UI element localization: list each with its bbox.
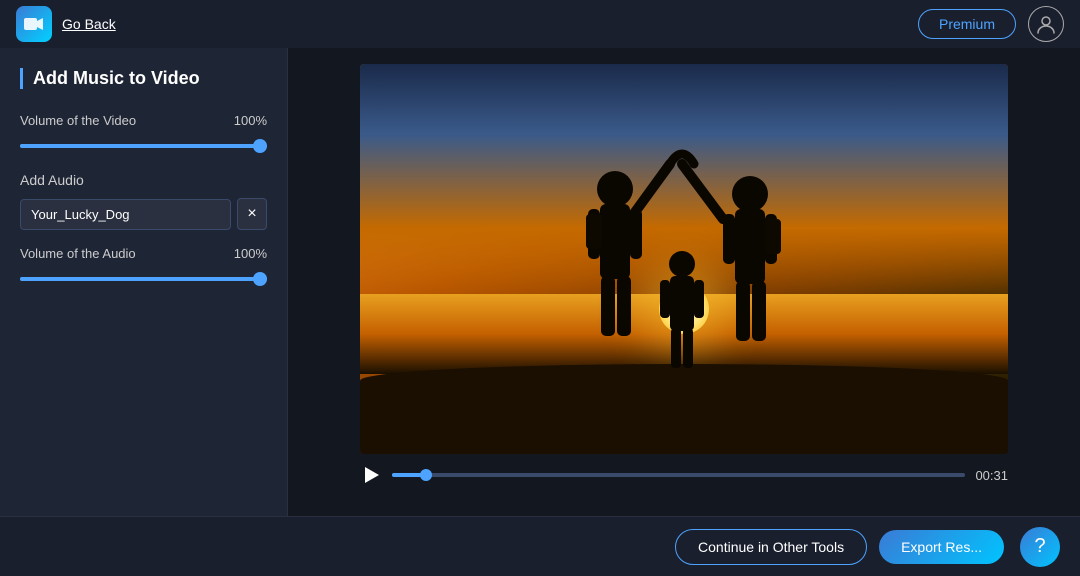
- video-volume-thumb[interactable]: [253, 139, 267, 153]
- video-volume-fill: [20, 144, 267, 148]
- app-logo: [16, 6, 52, 42]
- clear-audio-button[interactable]: ×: [237, 198, 267, 230]
- header-left: Go Back: [16, 6, 116, 42]
- avatar[interactable]: [1028, 6, 1064, 42]
- add-audio-label: Add Audio: [20, 172, 267, 188]
- audio-volume-slider-container[interactable]: [20, 277, 267, 281]
- progress-track[interactable]: [392, 473, 965, 477]
- video-volume-value: 100%: [234, 113, 267, 136]
- time-label: 00:31: [975, 468, 1008, 483]
- audio-volume-track[interactable]: [20, 277, 267, 281]
- progress-thumb[interactable]: [420, 469, 432, 481]
- video-volume-track[interactable]: [20, 144, 267, 148]
- video-background: [360, 64, 1008, 454]
- sidebar: Add Music to Video Volume of the Video 1…: [0, 48, 288, 516]
- audio-volume-fill: [20, 277, 267, 281]
- help-button[interactable]: ?: [1020, 527, 1060, 567]
- audio-volume-value: 100%: [234, 246, 267, 269]
- audio-filename-input[interactable]: [20, 199, 231, 230]
- premium-button[interactable]: Premium: [918, 9, 1016, 39]
- audio-volume-thumb[interactable]: [253, 272, 267, 286]
- header: Go Back Premium: [0, 0, 1080, 48]
- export-button[interactable]: Export Res...: [879, 530, 1004, 564]
- video-volume-label: Volume of the Video: [20, 113, 136, 128]
- bottom-bar: Continue in Other Tools Export Res... ?: [0, 516, 1080, 576]
- play-button[interactable]: [360, 464, 382, 486]
- audio-volume-label: Volume of the Audio: [20, 246, 136, 261]
- continue-other-tools-button[interactable]: Continue in Other Tools: [675, 529, 867, 565]
- video-player[interactable]: [360, 64, 1008, 454]
- controls-bar: 00:31: [360, 464, 1008, 486]
- video-area: 00:31: [288, 48, 1080, 516]
- sidebar-title: Add Music to Video: [20, 68, 267, 89]
- header-right: Premium: [918, 6, 1064, 42]
- video-volume-slider-container[interactable]: [20, 144, 267, 148]
- main-content: Add Music to Video Volume of the Video 1…: [0, 48, 1080, 516]
- audio-input-row: ×: [20, 198, 267, 230]
- audio-volume-row: Volume of the Audio 100%: [20, 246, 267, 269]
- go-back-button[interactable]: Go Back: [62, 16, 116, 32]
- video-volume-row: Volume of the Video 100%: [20, 113, 267, 136]
- silhouette-group: [360, 64, 1008, 454]
